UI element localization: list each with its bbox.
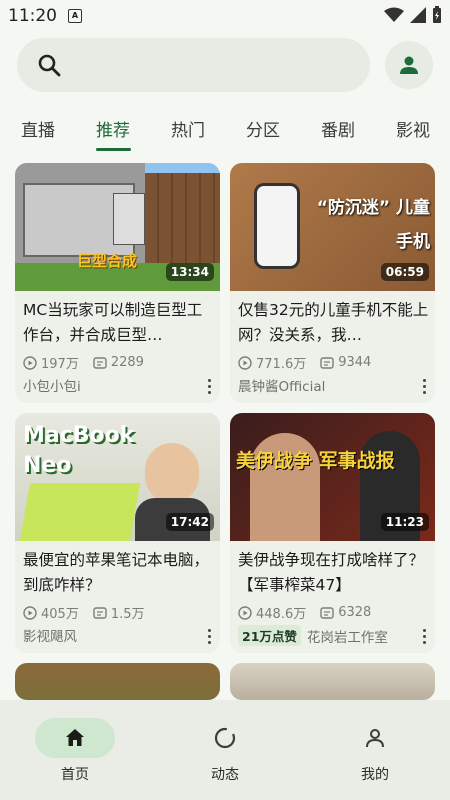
more-options-icon[interactable] [208,379,212,397]
danmaku-count: 6328 [338,605,372,620]
video-title: 仅售32元的儿童手机不能上网？没关系，我… [238,301,429,344]
search-icon [38,54,61,77]
video-author: 21万点赞 花岗岩工作室 [238,625,388,646]
nav-mine[interactable]: 我的 [325,718,425,784]
danmaku-icon [320,606,334,619]
danmaku-count: 1.5万 [110,607,145,622]
category-tabs: 直播 推荐 热门 分区 番剧 影视 [0,112,450,152]
video-card[interactable] [230,663,435,700]
tab-hot[interactable]: 热门 [171,116,205,141]
video-author: 影视飓风 [23,625,77,645]
video-thumbnail [15,663,220,700]
status-time: 11:20 [8,6,57,26]
play-count-icon [238,355,252,370]
video-duration: 06:59 [380,263,429,281]
play-count-icon [23,605,37,620]
nav-mine-label: 我的 [361,767,389,783]
search-bar[interactable] [17,38,370,92]
nav-dynamic-label: 动态 [211,767,239,783]
author-name: 影视飓风 [23,629,77,645]
notification-icon: A [68,9,82,23]
active-tab-indicator [96,148,131,151]
person-icon [366,729,384,748]
view-count: 771.6万 [256,357,307,372]
refresh-icon [214,727,236,749]
danmaku-count: 9344 [338,355,372,370]
video-title: 美伊战争现在打成啥样了？【军事榨菜47】 [238,551,425,594]
video-title: MC当玩家可以制造巨型工作台，并合成巨型… [23,301,203,344]
thumbnail-text: “防沉迷” 儿童手机 [316,198,430,252]
view-count: 197万 [41,357,79,372]
video-card[interactable]: MacBook Neo 17:42 最便宜的苹果笔记本电脑，到底咋样？ 405万… [15,413,220,653]
view-count: 405万 [41,607,79,622]
more-options-icon[interactable] [423,379,427,397]
video-thumbnail [230,663,435,700]
tab-movies[interactable]: 影视 [396,116,430,141]
author-name: 小包小包i [23,379,81,395]
signal-icon [410,7,426,23]
danmaku-icon [93,356,107,369]
video-duration: 11:23 [380,513,429,531]
video-stats: 405万 1.5万 [23,603,145,622]
thumbnail-text: 巨型合成 [77,252,138,270]
tab-category[interactable]: 分区 [246,116,280,141]
video-duration: 13:34 [165,263,214,281]
status-bar: 11:20 A [0,0,450,32]
video-stats: 448.6万 6328 [238,603,371,622]
tab-live[interactable]: 直播 [21,116,55,141]
nav-home[interactable]: 首页 [25,718,125,784]
battery-icon [433,6,441,23]
danmaku-count: 2289 [110,355,144,370]
thumbnail-text: MacBook Neo [23,423,135,478]
nav-home-label: 首页 [61,767,89,783]
author-name: 晨钟酱Official [238,379,326,395]
video-card[interactable]: 美伊战争 军事战报 11:23 美伊战争现在打成啥样了？【军事榨菜47】 448… [230,413,435,653]
video-stats: 197万 2289 [23,353,144,372]
play-count-icon [238,605,252,620]
bottom-navigation: 首页 动态 我的 [0,700,450,800]
thumbnail-text: 美伊战争 军事战报 [236,450,395,472]
video-author: 小包小包i [23,375,81,395]
likes-badge: 21万点赞 [238,625,301,646]
tab-anime[interactable]: 番剧 [321,116,355,141]
view-count: 448.6万 [256,607,307,622]
video-stats: 771.6万 9344 [238,353,371,372]
video-title: 最便宜的苹果笔记本电脑，到底咋样？ [23,551,210,594]
video-card[interactable]: 巨型合成 13:34 MC当玩家可以制造巨型工作台，并合成巨型… 197万 22… [15,163,220,403]
author-name: 花岗岩工作室 [306,629,388,646]
tab-recommend[interactable]: 推荐 [96,116,130,141]
danmaku-icon [320,356,334,369]
more-options-icon[interactable] [208,629,212,647]
avatar-button[interactable] [385,41,433,89]
danmaku-icon [93,606,107,619]
video-duration: 17:42 [165,513,214,531]
video-card[interactable] [15,663,220,700]
person-icon [400,56,418,74]
wifi-icon [384,7,404,22]
play-count-icon [23,355,37,370]
home-icon [66,729,84,746]
video-card[interactable]: “防沉迷” 儿童手机 06:59 仅售32元的儿童手机不能上网？没关系，我… 7… [230,163,435,403]
more-options-icon[interactable] [423,629,427,647]
nav-dynamic[interactable]: 动态 [175,718,275,784]
video-author: 晨钟酱Official [238,375,325,395]
